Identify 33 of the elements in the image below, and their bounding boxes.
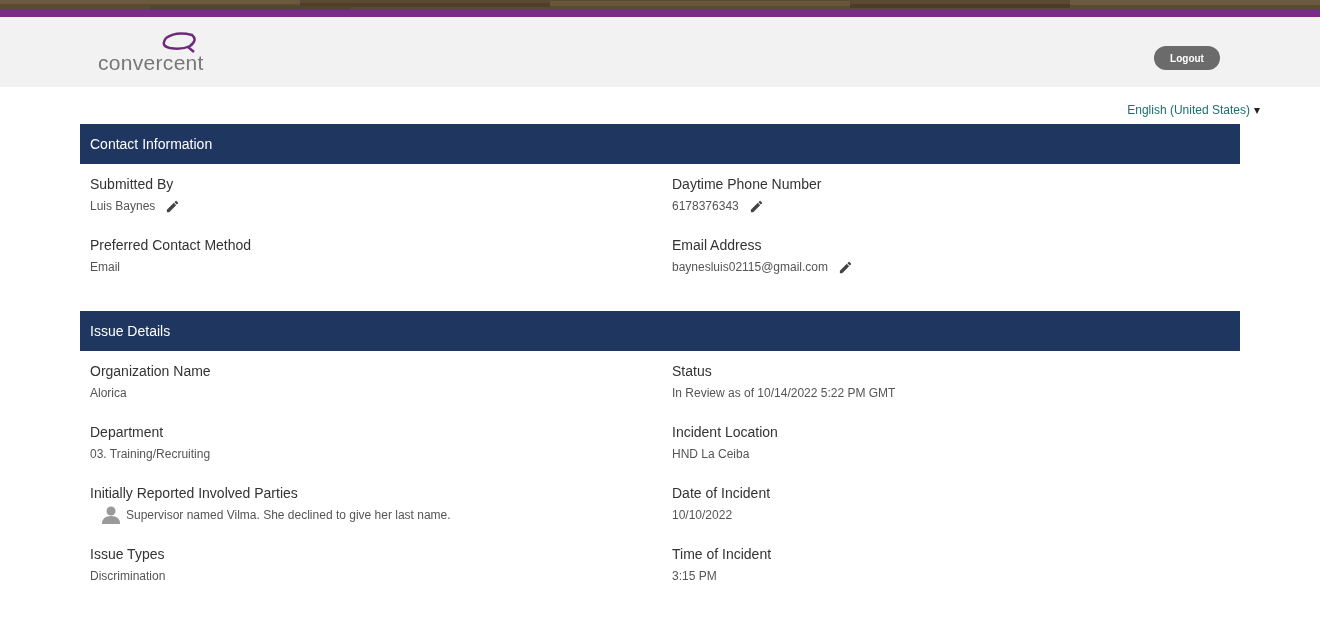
- field-label: Date of Incident: [672, 485, 772, 501]
- field-label: Daytime Phone Number: [672, 176, 823, 192]
- field-label: Initially Reported Involved Parties: [90, 485, 299, 501]
- field-value: Alorica: [90, 385, 127, 402]
- field-value: In Review as of 10/14/2022 5:22 PM GMT: [672, 385, 896, 402]
- field-value: Supervisor named Vilma. She declined to give her last name.: [126, 507, 451, 524]
- field-label: Department: [90, 424, 165, 440]
- pencil-icon[interactable]: [165, 198, 181, 214]
- section-header: Contact Information: [80, 124, 1240, 164]
- field-value: 03. Training/Recruiting: [90, 446, 211, 463]
- field-value: 6178376343: [672, 198, 739, 215]
- field-label: Incident Location: [672, 424, 779, 440]
- logout-button[interactable]: Logout: [1154, 46, 1220, 70]
- field-label: Email Address: [672, 237, 763, 253]
- field-value: baynesluis02115@gmail.com: [672, 259, 829, 276]
- field-label: Issue Types: [90, 546, 166, 562]
- person-icon: [102, 506, 120, 524]
- field-value: 10/10/2022: [672, 507, 733, 524]
- language-selector[interactable]: English (United States) ▾: [1127, 95, 1260, 124]
- section-header: Issue Details: [80, 311, 1240, 351]
- field-label: Submitted By: [90, 176, 175, 192]
- field-value: Email: [90, 259, 120, 276]
- field-label: Time of Incident: [672, 546, 773, 562]
- pencil-icon[interactable]: [748, 198, 764, 214]
- logo: convercent: [98, 31, 204, 73]
- field-value: 3:15 PM: [672, 568, 717, 585]
- field-value: Discrimination: [90, 568, 166, 585]
- pencil-icon[interactable]: [838, 259, 854, 275]
- field-label: Status: [672, 363, 713, 379]
- field-label: Preferred Contact Method: [90, 237, 253, 253]
- field-label: Organization Name: [90, 363, 212, 379]
- field-value: Luis Baynes: [90, 198, 156, 215]
- field-value: HND La Ceiba: [672, 446, 750, 463]
